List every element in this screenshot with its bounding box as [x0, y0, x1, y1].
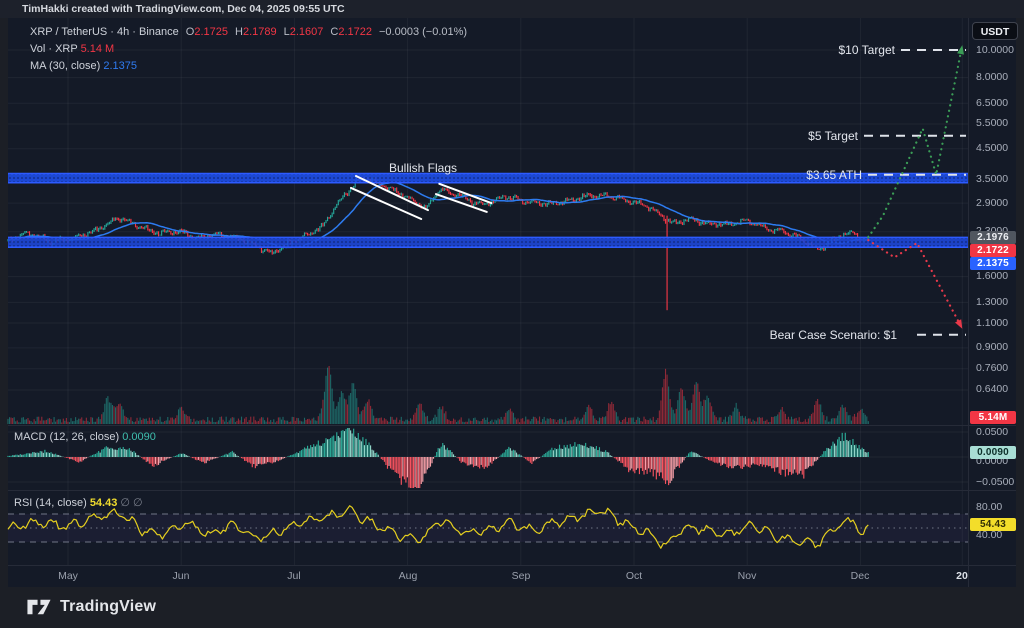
volume-value: 5.14 M [81, 43, 115, 55]
tradingview-chart-page: TimHakki created with TradingView.com, D… [0, 0, 1024, 628]
change-value: −0.0003 (−0.01%) [379, 26, 467, 38]
close-value: 2.1722 [338, 26, 372, 38]
low-value: 2.1607 [290, 26, 324, 38]
open-value: 2.1725 [194, 26, 228, 38]
macd-label: MACD (12, 26, close) [14, 431, 119, 443]
ma-legend-row: MA (30, close) 2.1375 [30, 58, 467, 75]
rsi-legend[interactable]: RSI (14, close) 54.43 ∅ ∅ [14, 496, 143, 509]
macd-value: 0.0090 [122, 431, 156, 443]
chart-canvas [0, 0, 1024, 628]
rsi-value: 54.43 [90, 497, 118, 509]
currency-toggle-button[interactable]: USDT [972, 22, 1018, 40]
tradingview-logo-icon [26, 596, 52, 618]
ma-label: MA (30, close) [30, 60, 100, 72]
volume-label: Vol · XRP [30, 43, 78, 55]
rsi-label: RSI (14, close) [14, 497, 87, 509]
tradingview-logo[interactable]: TradingView [26, 596, 156, 618]
macd-legend[interactable]: MACD (12, 26, close) 0.0090 [14, 431, 156, 443]
main-legend[interactable]: XRP / TetherUS · 4h · BinanceO2.1725H2.1… [30, 24, 467, 75]
ma-value: 2.1375 [103, 60, 137, 72]
high-value: 2.1789 [243, 26, 277, 38]
volume-legend-row: Vol · XRP 5.14 M [30, 41, 467, 58]
tradingview-logo-text: TradingView [60, 598, 156, 616]
symbol-legend-row: XRP / TetherUS · 4h · BinanceO2.1725H2.1… [30, 24, 467, 41]
rsi-hidden-icons[interactable]: ∅ ∅ [120, 497, 142, 509]
price-axis[interactable] [968, 18, 1016, 565]
symbol-title: XRP / TetherUS · 4h · Binance [30, 26, 179, 38]
high-label: H [235, 26, 243, 38]
time-axis[interactable] [8, 565, 968, 587]
